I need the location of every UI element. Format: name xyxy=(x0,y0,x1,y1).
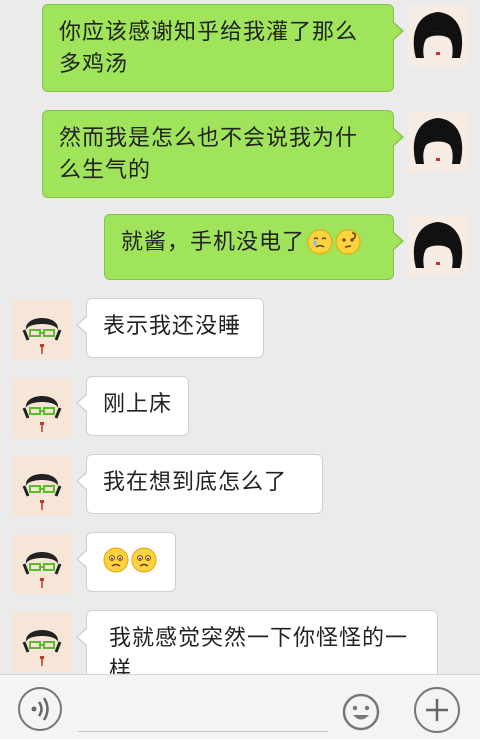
my-avatar[interactable] xyxy=(408,112,468,172)
message-row: 就酱，手机没电了 xyxy=(0,214,480,282)
message-bubble[interactable]: 我就感觉突然一下你怪怪的一样 xyxy=(76,610,438,674)
glasses-man-icon xyxy=(12,534,72,594)
friend-avatar[interactable] xyxy=(12,456,72,516)
message-row: 然而我是怎么也不会说我为什么生气的 xyxy=(0,110,480,202)
friend-avatar[interactable] xyxy=(12,378,72,438)
glasses-man-icon xyxy=(12,612,72,672)
glasses-man-icon xyxy=(12,300,72,360)
input-toolbar xyxy=(0,674,480,739)
message-text: 然而我是怎么也不会说我为什么生气的 xyxy=(59,126,359,183)
message-bubble[interactable]: 表示我还没睡 xyxy=(76,298,264,358)
message-bubble[interactable]: 然而我是怎么也不会说我为什么生气的 xyxy=(42,110,404,198)
girl-bob-hair-icon xyxy=(408,112,468,172)
crying-face-icon xyxy=(307,229,333,255)
message-bubble[interactable]: 刚上床 xyxy=(76,376,189,436)
smile-icon xyxy=(342,693,380,731)
message-bubble[interactable]: 就酱，手机没电了 xyxy=(104,214,404,280)
message-bubble[interactable]: 我在想到底怎么了 xyxy=(76,454,323,514)
girl-bob-hair-icon xyxy=(408,216,468,276)
friend-avatar[interactable] xyxy=(12,300,72,360)
glasses-man-icon xyxy=(12,456,72,516)
message-row: 刚上床 xyxy=(0,376,480,440)
thinking-face-icon xyxy=(335,229,361,255)
worried-face-icon xyxy=(103,547,129,573)
message-text: 就酱，手机没电了 xyxy=(121,230,306,255)
message-row: 我在想到底怎么了 xyxy=(0,454,480,518)
chat-history[interactable]: 你应该感谢知乎给我灌了那么多鸡汤 然而我是怎么也不会说我为什么生气的 就酱，手机… xyxy=(0,0,480,674)
message-text: 我就感觉突然一下你怪怪的一样 xyxy=(109,626,409,674)
message-bubble[interactable] xyxy=(76,532,176,592)
message-row xyxy=(0,532,480,596)
message-row: 表示我还没睡 xyxy=(0,298,480,362)
voice-input-button[interactable] xyxy=(18,687,62,731)
message-text: 你应该感谢知乎给我灌了那么多鸡汤 xyxy=(59,20,359,77)
worried-face-icon xyxy=(131,547,157,573)
voice-input-icon xyxy=(31,697,49,721)
message-input[interactable] xyxy=(78,731,328,732)
message-text: 刚上床 xyxy=(103,392,173,417)
friend-avatar[interactable] xyxy=(12,612,72,672)
message-row: 你应该感谢知乎给我灌了那么多鸡汤 xyxy=(0,4,480,96)
my-avatar[interactable] xyxy=(408,6,468,66)
message-text: 我在想到底怎么了 xyxy=(103,470,288,495)
more-options-button[interactable] xyxy=(414,687,460,733)
message-bubble[interactable]: 你应该感谢知乎给我灌了那么多鸡汤 xyxy=(42,4,404,92)
plus-icon xyxy=(426,699,448,721)
message-row: 我就感觉突然一下你怪怪的一样 xyxy=(0,610,480,674)
friend-avatar[interactable] xyxy=(12,534,72,594)
my-avatar[interactable] xyxy=(408,216,468,276)
glasses-man-icon xyxy=(12,378,72,438)
girl-bob-hair-icon xyxy=(408,6,468,66)
message-text: 表示我还没睡 xyxy=(103,314,242,339)
emoji-button[interactable] xyxy=(342,693,380,731)
